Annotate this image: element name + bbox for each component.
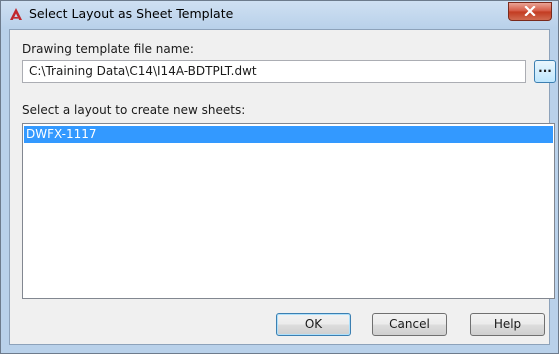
close-button[interactable] [508, 2, 552, 21]
layout-list-item-selected[interactable]: DWFX-1117 [24, 126, 553, 143]
template-path-field[interactable]: C:\Training Data\C14\I14A-BDTPLT.dwt [22, 60, 526, 83]
autocad-logo-icon [9, 7, 23, 21]
title-bar[interactable]: Select Layout as Sheet Template [1, 1, 558, 28]
browse-button[interactable]: ... [534, 60, 556, 83]
cancel-button[interactable]: Cancel [372, 313, 447, 336]
layout-listbox[interactable]: DWFX-1117 [22, 123, 555, 299]
layout-select-label: Select a layout to create new sheets: [22, 103, 246, 117]
ok-button[interactable]: OK [276, 313, 351, 336]
help-button[interactable]: Help [470, 313, 545, 336]
close-icon [524, 4, 536, 19]
dialog-client-area: Drawing template file name: C:\Training … [9, 29, 556, 345]
window-title: Select Layout as Sheet Template [29, 6, 234, 21]
template-file-label: Drawing template file name: [22, 42, 194, 56]
dialog-window: Select Layout as Sheet Template Drawing … [0, 0, 559, 354]
